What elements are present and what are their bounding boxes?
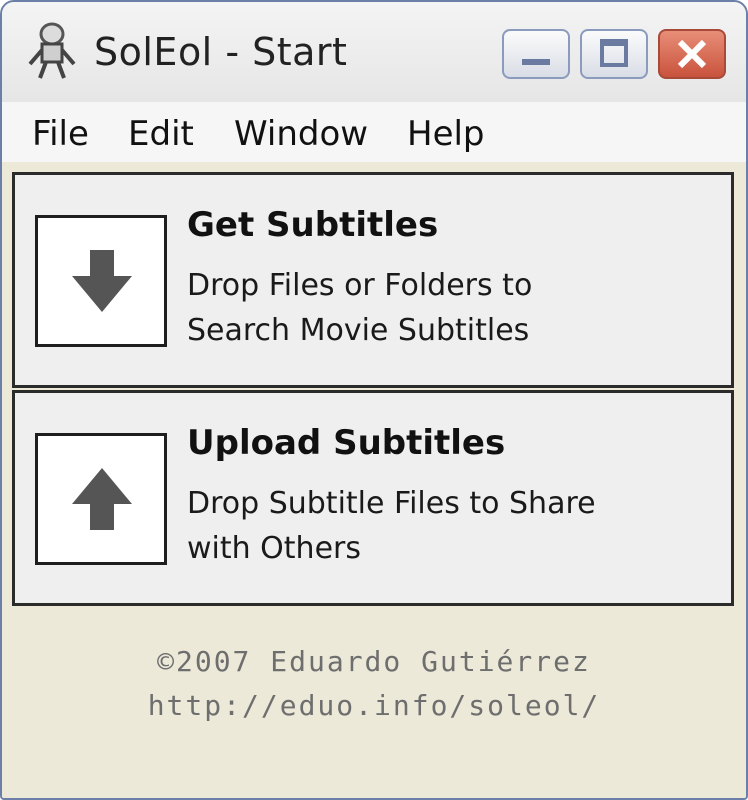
menu-bar: File Edit Window Help xyxy=(2,102,746,162)
menu-help[interactable]: Help xyxy=(407,114,485,154)
upload-subtitles-description: Drop Subtitle Files to Share with Others xyxy=(187,481,707,571)
arrow-down-icon xyxy=(72,250,132,312)
menu-edit[interactable]: Edit xyxy=(128,114,194,154)
menu-window[interactable]: Window xyxy=(234,114,368,154)
close-icon xyxy=(677,39,707,69)
upload-subtitles-desc-line1: Drop Subtitle Files to Share xyxy=(187,486,596,521)
upload-subtitles-title: Upload Subtitles xyxy=(187,423,506,463)
maximize-icon xyxy=(600,39,628,67)
maximize-button[interactable] xyxy=(580,29,648,79)
minimize-button[interactable] xyxy=(502,29,570,79)
upload-subtitles-desc-line2: with Others xyxy=(187,531,361,566)
menu-file[interactable]: File xyxy=(32,114,89,154)
app-window: SolEol - Start File Edit Window Help Get… xyxy=(0,0,748,800)
get-subtitles-title: Get Subtitles xyxy=(187,205,439,245)
get-subtitles-panel[interactable]: Get Subtitles Drop Files or Folders to S… xyxy=(12,172,734,388)
arrow-up-icon xyxy=(72,468,132,530)
main-content: Get Subtitles Drop Files or Folders to S… xyxy=(2,162,746,798)
get-subtitles-desc-line2: Search Movie Subtitles xyxy=(187,313,530,348)
title-bar[interactable]: SolEol - Start xyxy=(2,2,746,102)
close-button[interactable] xyxy=(658,29,726,79)
website-link[interactable]: http://eduo.info/soleol/ xyxy=(2,684,746,728)
copyright-text: ©2007 Eduardo Gutiérrez xyxy=(157,645,591,678)
footer: ©2007 Eduardo Gutiérrez http://eduo.info… xyxy=(2,640,746,728)
upload-subtitles-drop-zone[interactable] xyxy=(35,433,167,565)
upload-subtitles-panel[interactable]: Upload Subtitles Drop Subtitle Files to … xyxy=(12,390,734,606)
get-subtitles-description: Drop Files or Folders to Search Movie Su… xyxy=(187,263,707,353)
app-logo-icon xyxy=(24,20,80,82)
window-title: SolEol - Start xyxy=(94,30,348,74)
get-subtitles-desc-line1: Drop Files or Folders to xyxy=(187,268,533,303)
minimize-icon xyxy=(522,59,550,65)
get-subtitles-drop-zone[interactable] xyxy=(35,215,167,347)
